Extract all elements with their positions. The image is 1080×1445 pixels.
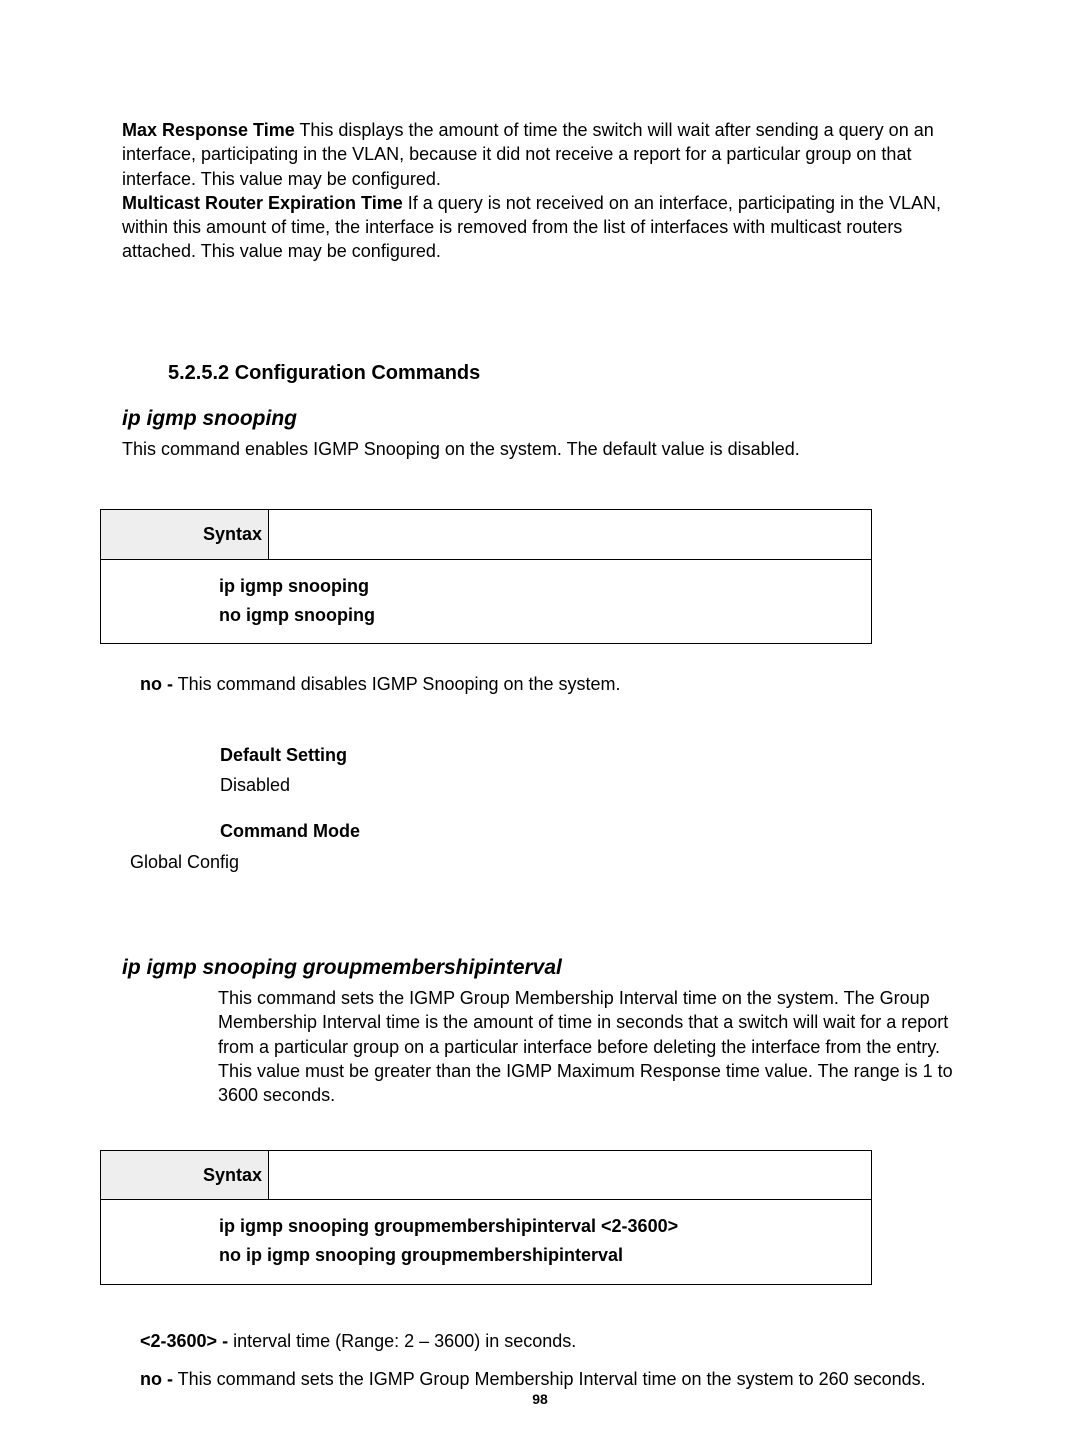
cmd1-syntax-table: Syntax ip igmp snooping no igmp snooping: [100, 509, 872, 644]
syntax-body-2: ip igmp snooping groupmembershipinterval…: [101, 1200, 871, 1284]
cmd1-no-note: no - This command disables IGMP Snooping…: [140, 672, 980, 696]
syntax-line-1: ip igmp snooping: [219, 572, 861, 601]
no-label: no -: [140, 674, 173, 694]
cmd2-title: ip igmp snooping groupmembershipinterval: [122, 954, 980, 982]
default-setting-value: Disabled: [220, 773, 980, 797]
intro-para-2: Multicast Router Expiration Time If a qu…: [122, 191, 980, 264]
cmd1-desc: This command enables IGMP Snooping on th…: [122, 437, 980, 461]
page-number: 98: [0, 1390, 1080, 1409]
syntax-label-2: Syntax: [101, 1151, 269, 1199]
command-2-block: ip igmp snooping groupmembershipinterval…: [122, 954, 980, 1391]
multicast-expiration-label: Multicast Router Expiration Time: [122, 193, 403, 213]
cmd2-desc: This command sets the IGMP Group Members…: [218, 986, 970, 1107]
cmd2-no-text: This command sets the IGMP Group Members…: [173, 1369, 926, 1389]
param-range-line: <2-3600> - interval time (Range: 2 – 360…: [140, 1329, 980, 1353]
cmd2-no-line: no - This command sets the IGMP Group Me…: [140, 1367, 980, 1391]
syntax-label: Syntax: [101, 510, 269, 558]
intro-para-1: Max Response Time This displays the amou…: [122, 118, 980, 191]
command-1-block: ip igmp snooping This command enables IG…: [122, 405, 980, 874]
syntax-header-row: Syntax: [101, 510, 871, 559]
syntax2-line-1: ip igmp snooping groupmembershipinterval…: [219, 1212, 861, 1241]
intro-block: Max Response Time This displays the amou…: [122, 118, 980, 264]
command-mode-value: Global Config: [130, 850, 980, 874]
cmd2-params: <2-3600> - interval time (Range: 2 – 360…: [140, 1329, 980, 1392]
syntax-line-2: no igmp snooping: [219, 601, 861, 630]
max-response-time-label: Max Response Time: [122, 120, 295, 140]
no-text: This command disables IGMP Snooping on t…: [173, 674, 621, 694]
command-mode-label: Command Mode: [220, 819, 980, 843]
syntax2-line-2: no ip igmp snooping groupmembershipinter…: [219, 1241, 861, 1270]
cmd2-syntax-table: Syntax ip igmp snooping groupmembershipi…: [100, 1150, 872, 1285]
section-heading: 5.2.5.2 Configuration Commands: [168, 360, 980, 387]
syntax-body: ip igmp snooping no igmp snooping: [101, 560, 871, 644]
param-range-label: <2-3600> -: [140, 1331, 228, 1351]
cmd1-title: ip igmp snooping: [122, 405, 980, 433]
param-range-text: interval time (Range: 2 – 3600) in secon…: [228, 1331, 576, 1351]
cmd2-no-label: no -: [140, 1369, 173, 1389]
page: Max Response Time This displays the amou…: [0, 0, 1080, 1445]
syntax-header-row-2: Syntax: [101, 1151, 871, 1200]
cmd1-settings: Default Setting Disabled Command Mode: [220, 743, 980, 844]
default-setting-label: Default Setting: [220, 743, 980, 767]
